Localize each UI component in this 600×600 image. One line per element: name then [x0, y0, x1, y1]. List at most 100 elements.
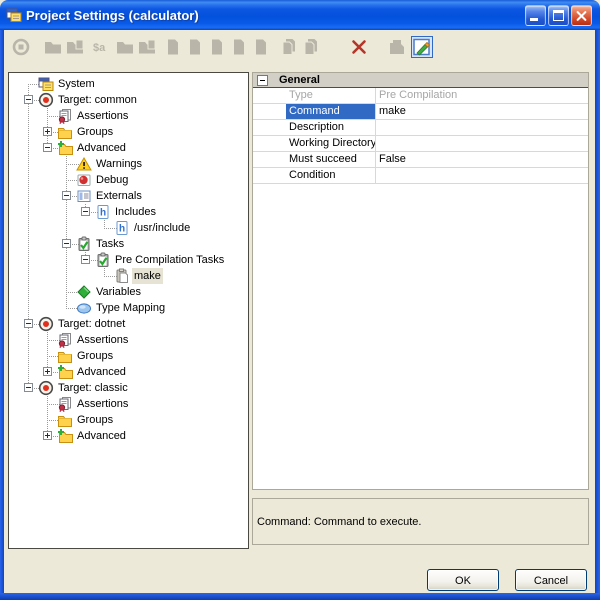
tree-item[interactable]: Tasks — [9, 236, 248, 252]
target-icon — [38, 380, 54, 396]
commit-icon[interactable] — [386, 36, 408, 58]
document-icon-4[interactable] — [228, 36, 250, 58]
form-icon — [38, 76, 54, 92]
property-value[interactable] — [376, 136, 588, 151]
expand-icon[interactable] — [43, 127, 52, 136]
toolbar: $a — [4, 32, 595, 66]
tree-item[interactable]: Assertions — [9, 396, 248, 412]
collapse-icon[interactable] — [24, 319, 33, 328]
tree-item[interactable]: System — [9, 76, 248, 92]
tree-connector-line — [47, 116, 48, 124]
window-title: Project Settings (calculator) — [26, 8, 199, 23]
property-label[interactable]: Type — [286, 88, 376, 103]
tree-item[interactable]: Externals — [9, 188, 248, 204]
collapse-icon[interactable] — [81, 255, 90, 264]
property-row[interactable]: Commandmake — [253, 104, 588, 120]
minimize-button[interactable] — [525, 5, 546, 26]
target-icon — [38, 316, 54, 332]
tree-item[interactable]: Groups — [9, 348, 248, 364]
property-label[interactable]: Description — [286, 120, 376, 135]
close-button[interactable] — [571, 5, 592, 26]
tree-item[interactable]: Advanced — [9, 364, 248, 380]
delete-icon[interactable] — [348, 36, 370, 58]
edit-icon[interactable] — [411, 36, 433, 58]
new-folder-icon[interactable] — [42, 36, 64, 58]
tree-item[interactable]: Groups — [9, 124, 248, 140]
tree-item[interactable]: hIncludes — [9, 204, 248, 220]
tree-connector-line — [28, 172, 29, 188]
property-row-gutter — [253, 120, 286, 135]
document-icon-5[interactable] — [250, 36, 272, 58]
copy-icon[interactable] — [278, 36, 300, 58]
expand-icon[interactable] — [43, 367, 52, 376]
property-value[interactable]: Pre Compilation — [376, 88, 588, 103]
tree-item[interactable]: Debug — [9, 172, 248, 188]
tree-item[interactable]: Target: dotnet — [9, 316, 248, 332]
window-icon — [6, 7, 22, 23]
collapse-group-icon[interactable] — [257, 75, 268, 86]
tree-connector-line — [28, 300, 29, 316]
tree-connector-line — [47, 412, 48, 420]
expand-icon[interactable] — [43, 431, 52, 440]
tree-item[interactable]: Advanced — [9, 140, 248, 156]
collapse-icon[interactable] — [62, 191, 71, 200]
tree-connector-line — [66, 252, 67, 268]
tree-item[interactable]: Variables — [9, 284, 248, 300]
title-bar[interactable]: Project Settings (calculator) — [0, 0, 600, 30]
record-icon[interactable] — [10, 36, 32, 58]
tree-connector-line — [66, 180, 67, 188]
tree-item[interactable]: Warnings — [9, 156, 248, 172]
collapse-icon[interactable] — [24, 383, 33, 392]
folder-document-icon[interactable] — [64, 36, 86, 58]
tree-item[interactable]: Groups — [9, 412, 248, 428]
property-value[interactable]: make — [376, 104, 588, 119]
property-value[interactable] — [376, 168, 588, 183]
paste-icon[interactable] — [300, 36, 322, 58]
property-label[interactable]: Condition — [286, 168, 376, 183]
property-value[interactable] — [376, 120, 588, 135]
property-label[interactable]: Command — [286, 104, 376, 119]
tree-item[interactable]: Assertions — [9, 108, 248, 124]
tree-item[interactable]: Type Mapping — [9, 300, 248, 316]
tree-connector-line — [28, 156, 29, 172]
settings-tree[interactable]: SystemTarget: commonAssertionsGroupsAdva… — [8, 72, 249, 549]
tree-item-label: Warnings — [94, 156, 144, 172]
property-row[interactable]: Condition — [253, 168, 588, 184]
document-icon-2[interactable] — [184, 36, 206, 58]
collapse-icon[interactable] — [81, 207, 90, 216]
cancel-button[interactable]: Cancel — [515, 569, 587, 591]
folder-icon[interactable] — [114, 36, 136, 58]
property-row[interactable]: Working Directory — [253, 136, 588, 152]
tree-item[interactable]: Assertions — [9, 332, 248, 348]
tree-item[interactable]: Target: classic — [9, 380, 248, 396]
document-icon-3[interactable] — [206, 36, 228, 58]
property-row[interactable]: Must succeedFalse — [253, 152, 588, 168]
tree-connector-line — [66, 292, 67, 300]
collapse-icon[interactable] — [62, 239, 71, 248]
open-folder-icon[interactable] — [136, 36, 158, 58]
rename-icon[interactable]: $a — [90, 36, 112, 58]
tree-item[interactable]: Advanced — [9, 428, 248, 444]
document-icon-1[interactable] — [162, 36, 184, 58]
collapse-icon[interactable] — [24, 95, 33, 104]
collapse-icon[interactable] — [43, 143, 52, 152]
tree-connector-line — [28, 140, 29, 156]
property-row-gutter — [253, 168, 286, 183]
property-row[interactable]: Description — [253, 120, 588, 136]
ok-button[interactable]: OK — [427, 569, 499, 591]
property-grid[interactable]: General TypePre CompilationCommandmakeDe… — [252, 72, 589, 490]
tree-connector-line — [66, 300, 67, 308]
property-value[interactable]: False — [376, 152, 588, 167]
property-label[interactable]: Working Directory — [286, 136, 376, 151]
property-row[interactable]: TypePre Compilation — [253, 88, 588, 104]
property-row-gutter — [253, 104, 286, 119]
diamond-icon — [76, 284, 92, 300]
tree-item[interactable]: Target: common — [9, 92, 248, 108]
tree-connector-line — [28, 188, 29, 204]
property-label[interactable]: Must succeed — [286, 152, 376, 167]
maximize-button[interactable] — [548, 5, 569, 26]
tree-item[interactable]: Pre Compilation Tasks — [9, 252, 248, 268]
tree-item[interactable]: h/usr/include — [9, 220, 248, 236]
tree-item[interactable]: make — [9, 268, 248, 284]
minimize-icon — [530, 18, 538, 21]
